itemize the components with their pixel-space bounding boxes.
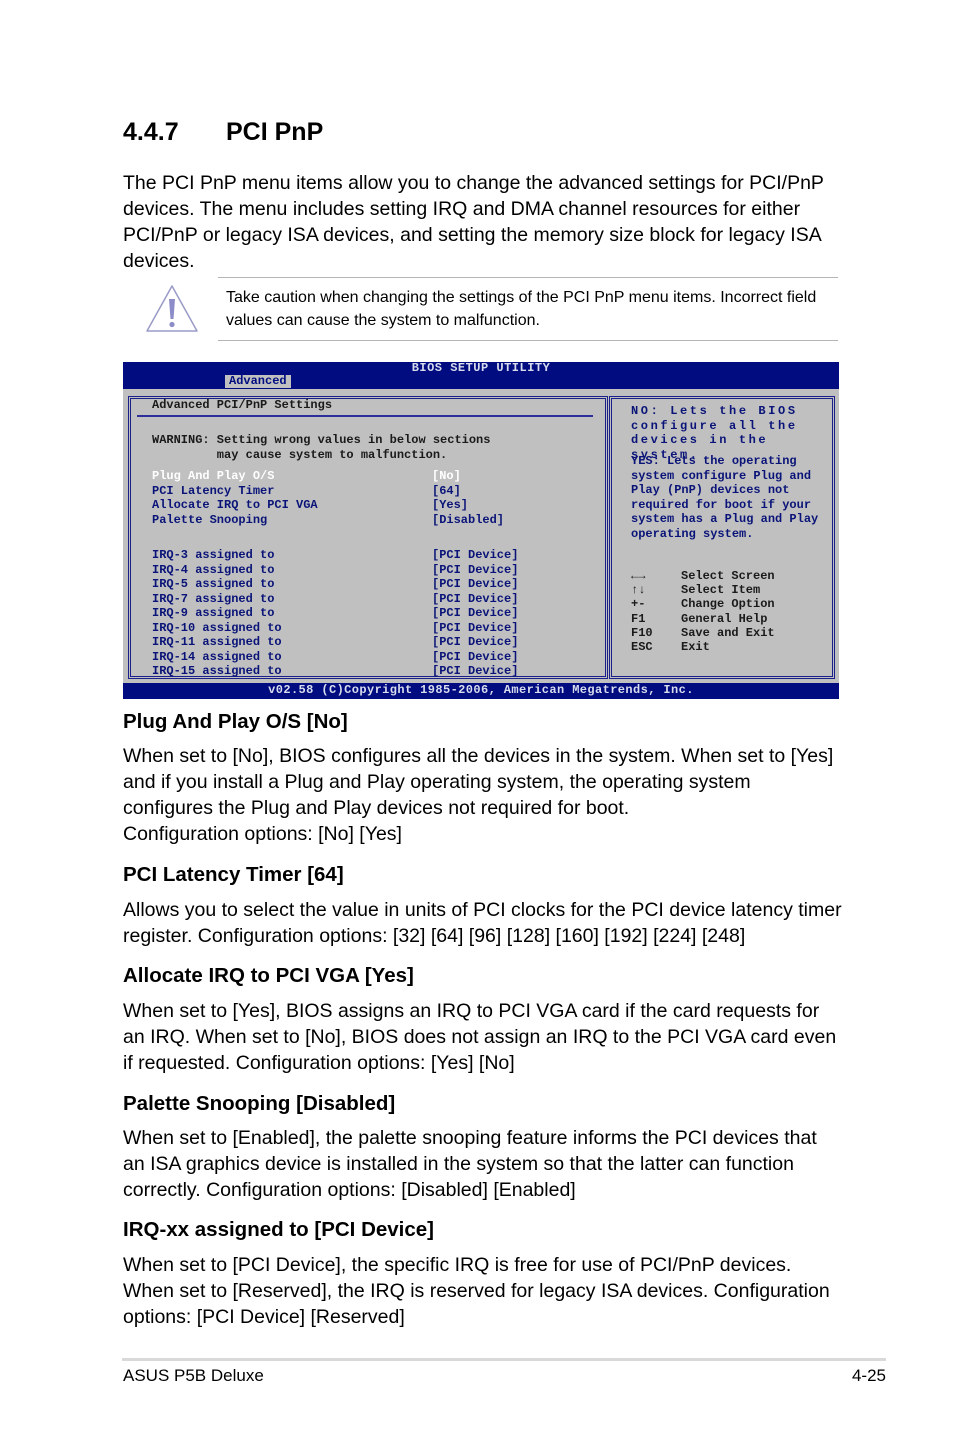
caution-note-text: Take caution when changing the settings … [226, 289, 817, 329]
setting-value: [Disabled] [432, 512, 505, 527]
key-name: F10 [631, 625, 653, 640]
irq-label: IRQ-11 assigned to [152, 635, 282, 649]
setting-label: Plug And Play O/S [152, 469, 275, 483]
key-row-general-help: F1 General Help [631, 612, 775, 626]
footer-product: ASUS P5B Deluxe [123, 1366, 264, 1385]
bios-setting-pci-latency[interactable]: PCI Latency Timer [64] [152, 484, 532, 499]
bios-copyright-bar: v02.58 (C)Copyright 1985-2006, American … [123, 683, 839, 699]
subsection-title-palette-snooping: Palette Snooping [Disabled] [123, 1092, 396, 1115]
key-row-exit: ESC Exit [631, 640, 775, 654]
setting-value: [Yes] [432, 498, 469, 512]
subsection-title-irq-assigned: IRQ-xx assigned to [PCI Device] [123, 1218, 435, 1241]
irq-label: IRQ-4 assigned to [152, 562, 275, 577]
bios-warning-line-2: may cause system to malfunction. [152, 447, 448, 462]
bios-setting-allocate-irq-vga[interactable]: Allocate IRQ to PCI VGA [Yes] [152, 498, 532, 513]
bios-irq-row[interactable]: IRQ-3 assigned to [PCI Device] [152, 548, 532, 563]
key-action: General Help [681, 611, 768, 626]
key-action: Select Screen [681, 569, 775, 583]
setting-value: [No] [432, 469, 461, 483]
config-options: Configuration options: [No] [Yes] [123, 823, 402, 845]
arrows-left-right-icon: ←→ [631, 569, 646, 583]
section-heading: 4.4.7 PCI PnP [123, 118, 323, 147]
subsection-body-palette-snooping: When set to [Enabled], the palette snoop… [123, 1127, 817, 1201]
arrows-up-down-icon: ↑↓ [631, 583, 646, 598]
irq-label: IRQ-7 assigned to [152, 591, 275, 606]
body-text: When set to [No], BIOS configures all th… [123, 745, 834, 819]
irq-value: [PCI Device] [432, 548, 519, 562]
bios-setting-palette-snooping[interactable]: Palette Snooping [Disabled] [152, 513, 532, 528]
subsection-title-pci-latency: PCI Latency Timer [64] [123, 863, 344, 886]
subsection-body-plug-and-play: When set to [No], BIOS configures all th… [123, 743, 843, 847]
bios-screenshot: BIOS SETUP UTILITY Advanced Advanced PCI… [123, 361, 839, 699]
key-row-save-exit: F10 Save and Exit [631, 626, 775, 640]
irq-label: IRQ-5 assigned to [152, 577, 275, 591]
setting-label: PCI Latency Timer [152, 483, 275, 498]
bios-setting-plug-and-play[interactable]: Plug And Play O/S [No] [152, 469, 532, 484]
irq-value: [PCI Device] [432, 635, 519, 649]
bios-irq-row[interactable]: IRQ-9 assigned to [PCI Device] [152, 606, 532, 621]
key-action: Select Item [681, 583, 761, 598]
bios-irq-row[interactable]: IRQ-14 assigned to [PCI Device] [152, 650, 532, 665]
bios-irq-row[interactable]: IRQ-4 assigned to [PCI Device] [152, 563, 532, 578]
key-action: Change Option [681, 597, 775, 612]
bios-tab-advanced[interactable]: Advanced [225, 375, 291, 388]
irq-label: IRQ-9 assigned to [152, 606, 275, 620]
setting-value: [64] [432, 483, 461, 498]
note-bottom-divider [218, 340, 838, 341]
bios-key-legend: ←→ Select Screen ↑↓ Select Item +- Change O… [631, 569, 775, 654]
irq-label: IRQ-3 assigned to [152, 548, 275, 562]
subsection-title-plug-and-play: Plug And Play O/S [No] [123, 710, 348, 733]
irq-value: [PCI Device] [432, 664, 519, 678]
bios-panel-divider [137, 415, 593, 417]
key-action: Save and Exit [681, 625, 775, 640]
irq-label: IRQ-10 assigned to [152, 620, 282, 635]
setting-label: Palette Snooping [152, 512, 268, 527]
bios-warning-line-1: WARNING: Setting wrong values in below s… [152, 433, 491, 447]
bios-header-bar: BIOS SETUP UTILITY Advanced [123, 361, 839, 389]
key-row-select-item: ↑↓ Select Item [631, 583, 775, 597]
bios-irq-row[interactable]: IRQ-5 assigned to [PCI Device] [152, 577, 532, 592]
bios-irq-row[interactable]: IRQ-10 assigned to [PCI Device] [152, 621, 532, 636]
irq-value: [PCI Device] [432, 591, 519, 606]
bios-title: BIOS SETUP UTILITY [411, 361, 551, 375]
bios-irq-row[interactable]: IRQ-11 assigned to [PCI Device] [152, 635, 532, 650]
irq-value: [PCI Device] [432, 620, 519, 635]
key-row-select-screen: ←→ Select Screen [631, 569, 775, 583]
bios-irq-row[interactable]: IRQ-15 assigned to [PCI Device] [152, 664, 532, 679]
caution-triangle-icon [144, 283, 200, 335]
key-action: Exit [681, 640, 710, 655]
key-row-change-option: +- Change Option [631, 597, 775, 611]
irq-value: [PCI Device] [432, 562, 519, 577]
irq-value: [PCI Device] [432, 649, 519, 664]
subsection-body-irq-assigned: When set to [PCI Device], the specific I… [123, 1254, 830, 1328]
irq-label: IRQ-15 assigned to [152, 664, 282, 678]
section-number: 4.4.7 [123, 118, 179, 146]
section-title: PCI PnP [226, 118, 324, 146]
subsection-title-allocate-irq: Allocate IRQ to PCI VGA [Yes] [123, 964, 414, 987]
key-name: F1 [631, 611, 646, 626]
footer-page-number: 4-25 [851, 1366, 886, 1385]
bios-help-yes: YES: Lets the operating system configure… [631, 454, 819, 541]
irq-value: [PCI Device] [432, 577, 519, 591]
bios-irq-row[interactable]: IRQ-7 assigned to [PCI Device] [152, 592, 532, 607]
note-top-divider [218, 277, 838, 278]
footer-divider [122, 1358, 886, 1361]
irq-label: IRQ-14 assigned to [152, 649, 282, 664]
bios-panel-title: Advanced PCI/PnP Settings [152, 398, 333, 412]
subsection-body-pci-latency: Allows you to select the value in units … [123, 899, 842, 947]
irq-value: [PCI Device] [432, 606, 519, 620]
plus-minus-icon: +- [631, 597, 646, 612]
setting-label: Allocate IRQ to PCI VGA [152, 498, 318, 512]
key-name: ESC [631, 640, 653, 655]
subsection-body-allocate-irq: When set to [Yes], BIOS assigns an IRQ t… [123, 1000, 837, 1074]
intro-paragraph: The PCI PnP menu items allow you to chan… [123, 172, 824, 272]
